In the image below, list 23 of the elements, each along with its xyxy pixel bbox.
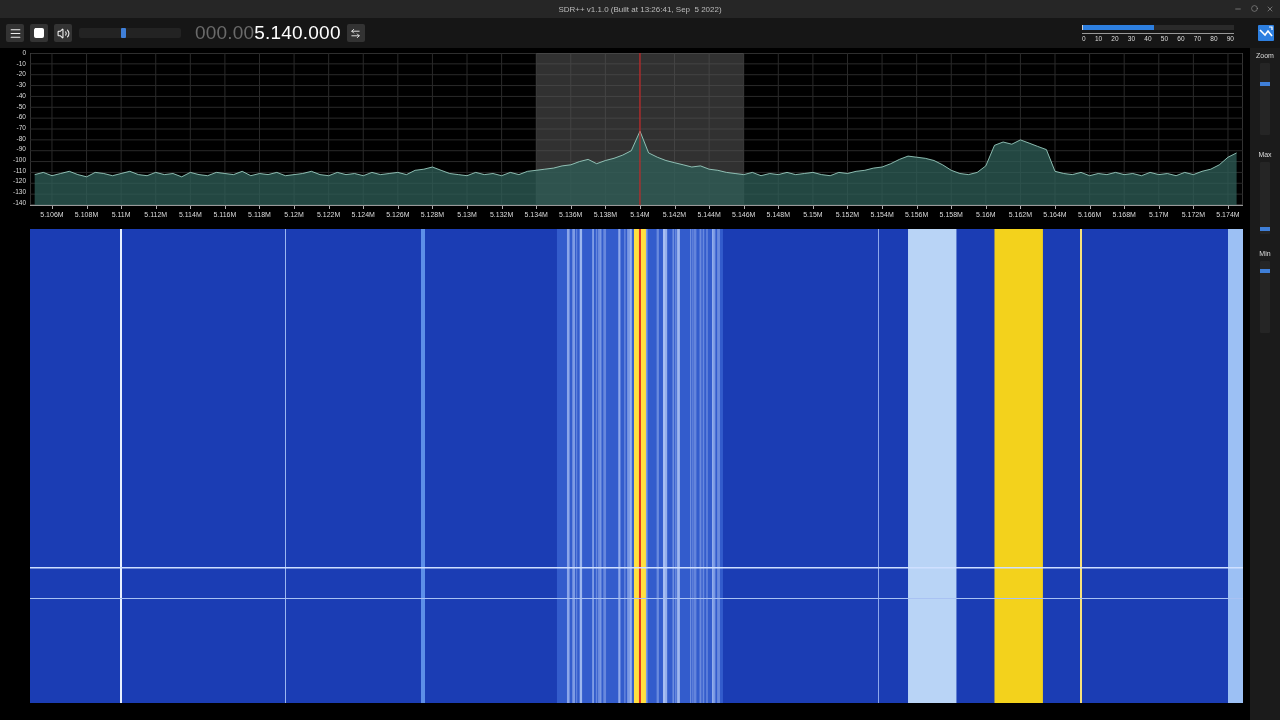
slider-thumb[interactable] [1260,227,1270,232]
close-icon [1266,4,1274,13]
swap-button[interactable] [346,24,365,42]
speaker-icon [56,26,70,40]
maximize-button[interactable] [1248,2,1260,15]
vertical-slider[interactable] [1260,162,1270,234]
volume-button[interactable] [54,24,72,42]
window-title: SDR++ v1.1.0 (Built at 13:26:41, Sep 5 2022) [558,4,722,14]
waterfall-drawing[interactable] [30,229,1243,703]
slider-thumb[interactable] [120,28,126,38]
play-stop-button[interactable] [30,24,48,42]
vertical-slider[interactable] [1260,63,1270,135]
circle-icon [1250,5,1258,12]
menu-icon [8,26,22,40]
app-logo-icon[interactable] [1258,25,1274,41]
volume-slider[interactable] [79,28,181,38]
vertical-slider[interactable] [1260,261,1270,333]
menu-button[interactable] [6,24,24,42]
frequency-display[interactable]: 000.005.140.000 [195,22,341,44]
stop-icon [33,27,45,39]
slider-thumb[interactable] [1260,82,1270,87]
slider-thumb[interactable] [1260,269,1270,274]
swap-icon [350,27,362,39]
